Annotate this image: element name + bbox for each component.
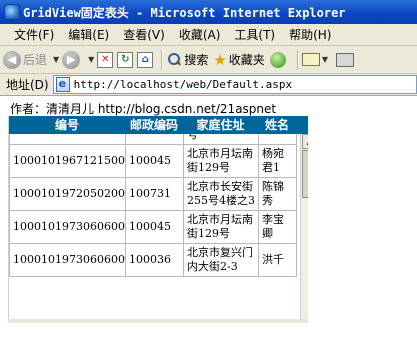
cell-address: 北京市复兴门内大街2-3 [183, 243, 259, 277]
cell-name: 李宝卿 [258, 210, 297, 244]
vertical-scrollbar[interactable]: ▲ [300, 134, 308, 319]
cell-name: 陈锦秀 [258, 177, 297, 211]
address-label: 地址(D) [6, 78, 49, 92]
address-bar: 地址(D) http://localhost/web/Default.aspx [0, 74, 417, 96]
scroll-strip [8, 319, 308, 323]
cell-id: 100010196712150030 [9, 144, 126, 178]
forward-dropdown-icon[interactable]: ▼ [88, 55, 94, 64]
table-row: 100010197306060026100045北京市月坛南街129号李宝卿 [9, 210, 297, 244]
menu-tools[interactable]: 工具(T) [234, 26, 275, 43]
back-arrow-icon: ◀ [3, 50, 21, 69]
cell-id: 100010197306060026 [9, 210, 126, 244]
cell-id: 100010197205020007 [9, 177, 126, 211]
search-icon [166, 52, 182, 68]
address-url: http://localhost/web/Default.aspx [73, 78, 293, 91]
cell-address: 北京市月坛南街129号 [183, 210, 259, 244]
print-icon [335, 52, 354, 67]
cell-name: 洪千 [258, 243, 297, 277]
cell-address: 北京市月坛南街129号 [183, 144, 259, 178]
star-icon: ★ [213, 50, 227, 69]
window-title: GridView固定表头 - Microsoft Internet Explor… [23, 5, 346, 20]
header-name[interactable]: 姓名 [258, 116, 296, 134]
search-button-label: 搜索 [184, 53, 209, 67]
header-address[interactable]: 家庭住址 [183, 116, 258, 134]
toolbar-separator [161, 49, 163, 70]
header-postcode[interactable]: 邮政编码 [125, 116, 183, 134]
address-input[interactable]: http://localhost/web/Default.aspx [52, 75, 417, 94]
menu-help[interactable]: 帮助(H) [289, 26, 331, 43]
standard-toolbar: ◀ 后退 ▼ ▶ ▼ ✕ ↻ ⌂ 搜索 ★ 收藏夹 ▼ [0, 46, 417, 74]
mail-button[interactable]: ▼ [301, 53, 331, 66]
home-icon[interactable]: ⌂ [137, 51, 154, 68]
table-row: 100010196712150030100045北京市月坛南街129号杨宛君1 [9, 144, 297, 178]
scrollbar-thumb[interactable] [302, 150, 308, 198]
page-content: 作者：清清月儿 http://blog.csdn.net/21aspnet 10… [0, 97, 417, 350]
search-button[interactable]: 搜索 [166, 51, 208, 68]
media-button[interactable] [269, 51, 288, 68]
print-button[interactable] [335, 52, 354, 67]
back-dropdown-icon[interactable]: ▼ [53, 55, 59, 64]
menu-view[interactable]: 查看(V) [123, 26, 165, 43]
media-icon [269, 51, 286, 68]
gridview: 100010196708080046100031区西新开胡同号平10001019… [8, 116, 308, 319]
table-row: 100010197306060034100036北京市复兴门内大街2-3洪千 [9, 243, 297, 277]
table-row: 100010197205020007100731北京市长安街255号4楼之3陈锦… [9, 177, 297, 211]
scroll-up-icon[interactable]: ▲ [302, 134, 308, 149]
cell-address: 北京市长安街255号4楼之3 [183, 177, 259, 211]
favorites-button-label: 收藏夹 [228, 53, 265, 67]
forward-button[interactable]: ▶ [62, 50, 82, 69]
cell-postcode: 100731 [125, 177, 184, 211]
grid-fixed-header: 编号 邮政编码 家庭住址 姓名 [9, 116, 308, 134]
cell-postcode: 100036 [125, 243, 184, 277]
ie-logo-icon [4, 4, 20, 20]
menu-bar: 文件(F) 编辑(E) 查看(V) 收藏(A) 工具(T) 帮助(H) [0, 24, 417, 46]
menu-edit[interactable]: 编辑(E) [68, 26, 109, 43]
author-line: 作者：清清月儿 http://blog.csdn.net/21aspnet [10, 102, 277, 116]
grid-body: 100010196708080046100031区西新开胡同号平10001019… [9, 116, 297, 277]
back-button-label: 后退 [23, 53, 48, 67]
toolbar-separator [296, 49, 298, 70]
window-titlebar: GridView固定表头 - Microsoft Internet Explor… [0, 0, 417, 24]
stop-icon[interactable]: ✕ [97, 51, 114, 68]
menu-favorites[interactable]: 收藏(A) [179, 26, 221, 43]
mail-dropdown-icon: ▼ [321, 55, 328, 64]
cell-postcode: 100045 [125, 144, 184, 178]
header-id[interactable]: 编号 [9, 116, 125, 134]
grid-table: 100010196708080046100031区西新开胡同号平10001019… [9, 116, 297, 277]
forward-arrow-icon: ▶ [62, 50, 81, 69]
favorites-button[interactable]: ★ 收藏夹 [213, 51, 264, 69]
page-icon [55, 77, 70, 92]
refresh-icon[interactable]: ↻ [117, 51, 134, 68]
back-button[interactable]: ◀ 后退 [3, 50, 48, 69]
cell-postcode: 100045 [125, 210, 184, 244]
menu-file[interactable]: 文件(F) [14, 26, 54, 43]
cell-id: 100010197306060034 [9, 243, 126, 277]
mail-icon [301, 53, 320, 66]
cell-name: 杨宛君1 [258, 144, 297, 178]
